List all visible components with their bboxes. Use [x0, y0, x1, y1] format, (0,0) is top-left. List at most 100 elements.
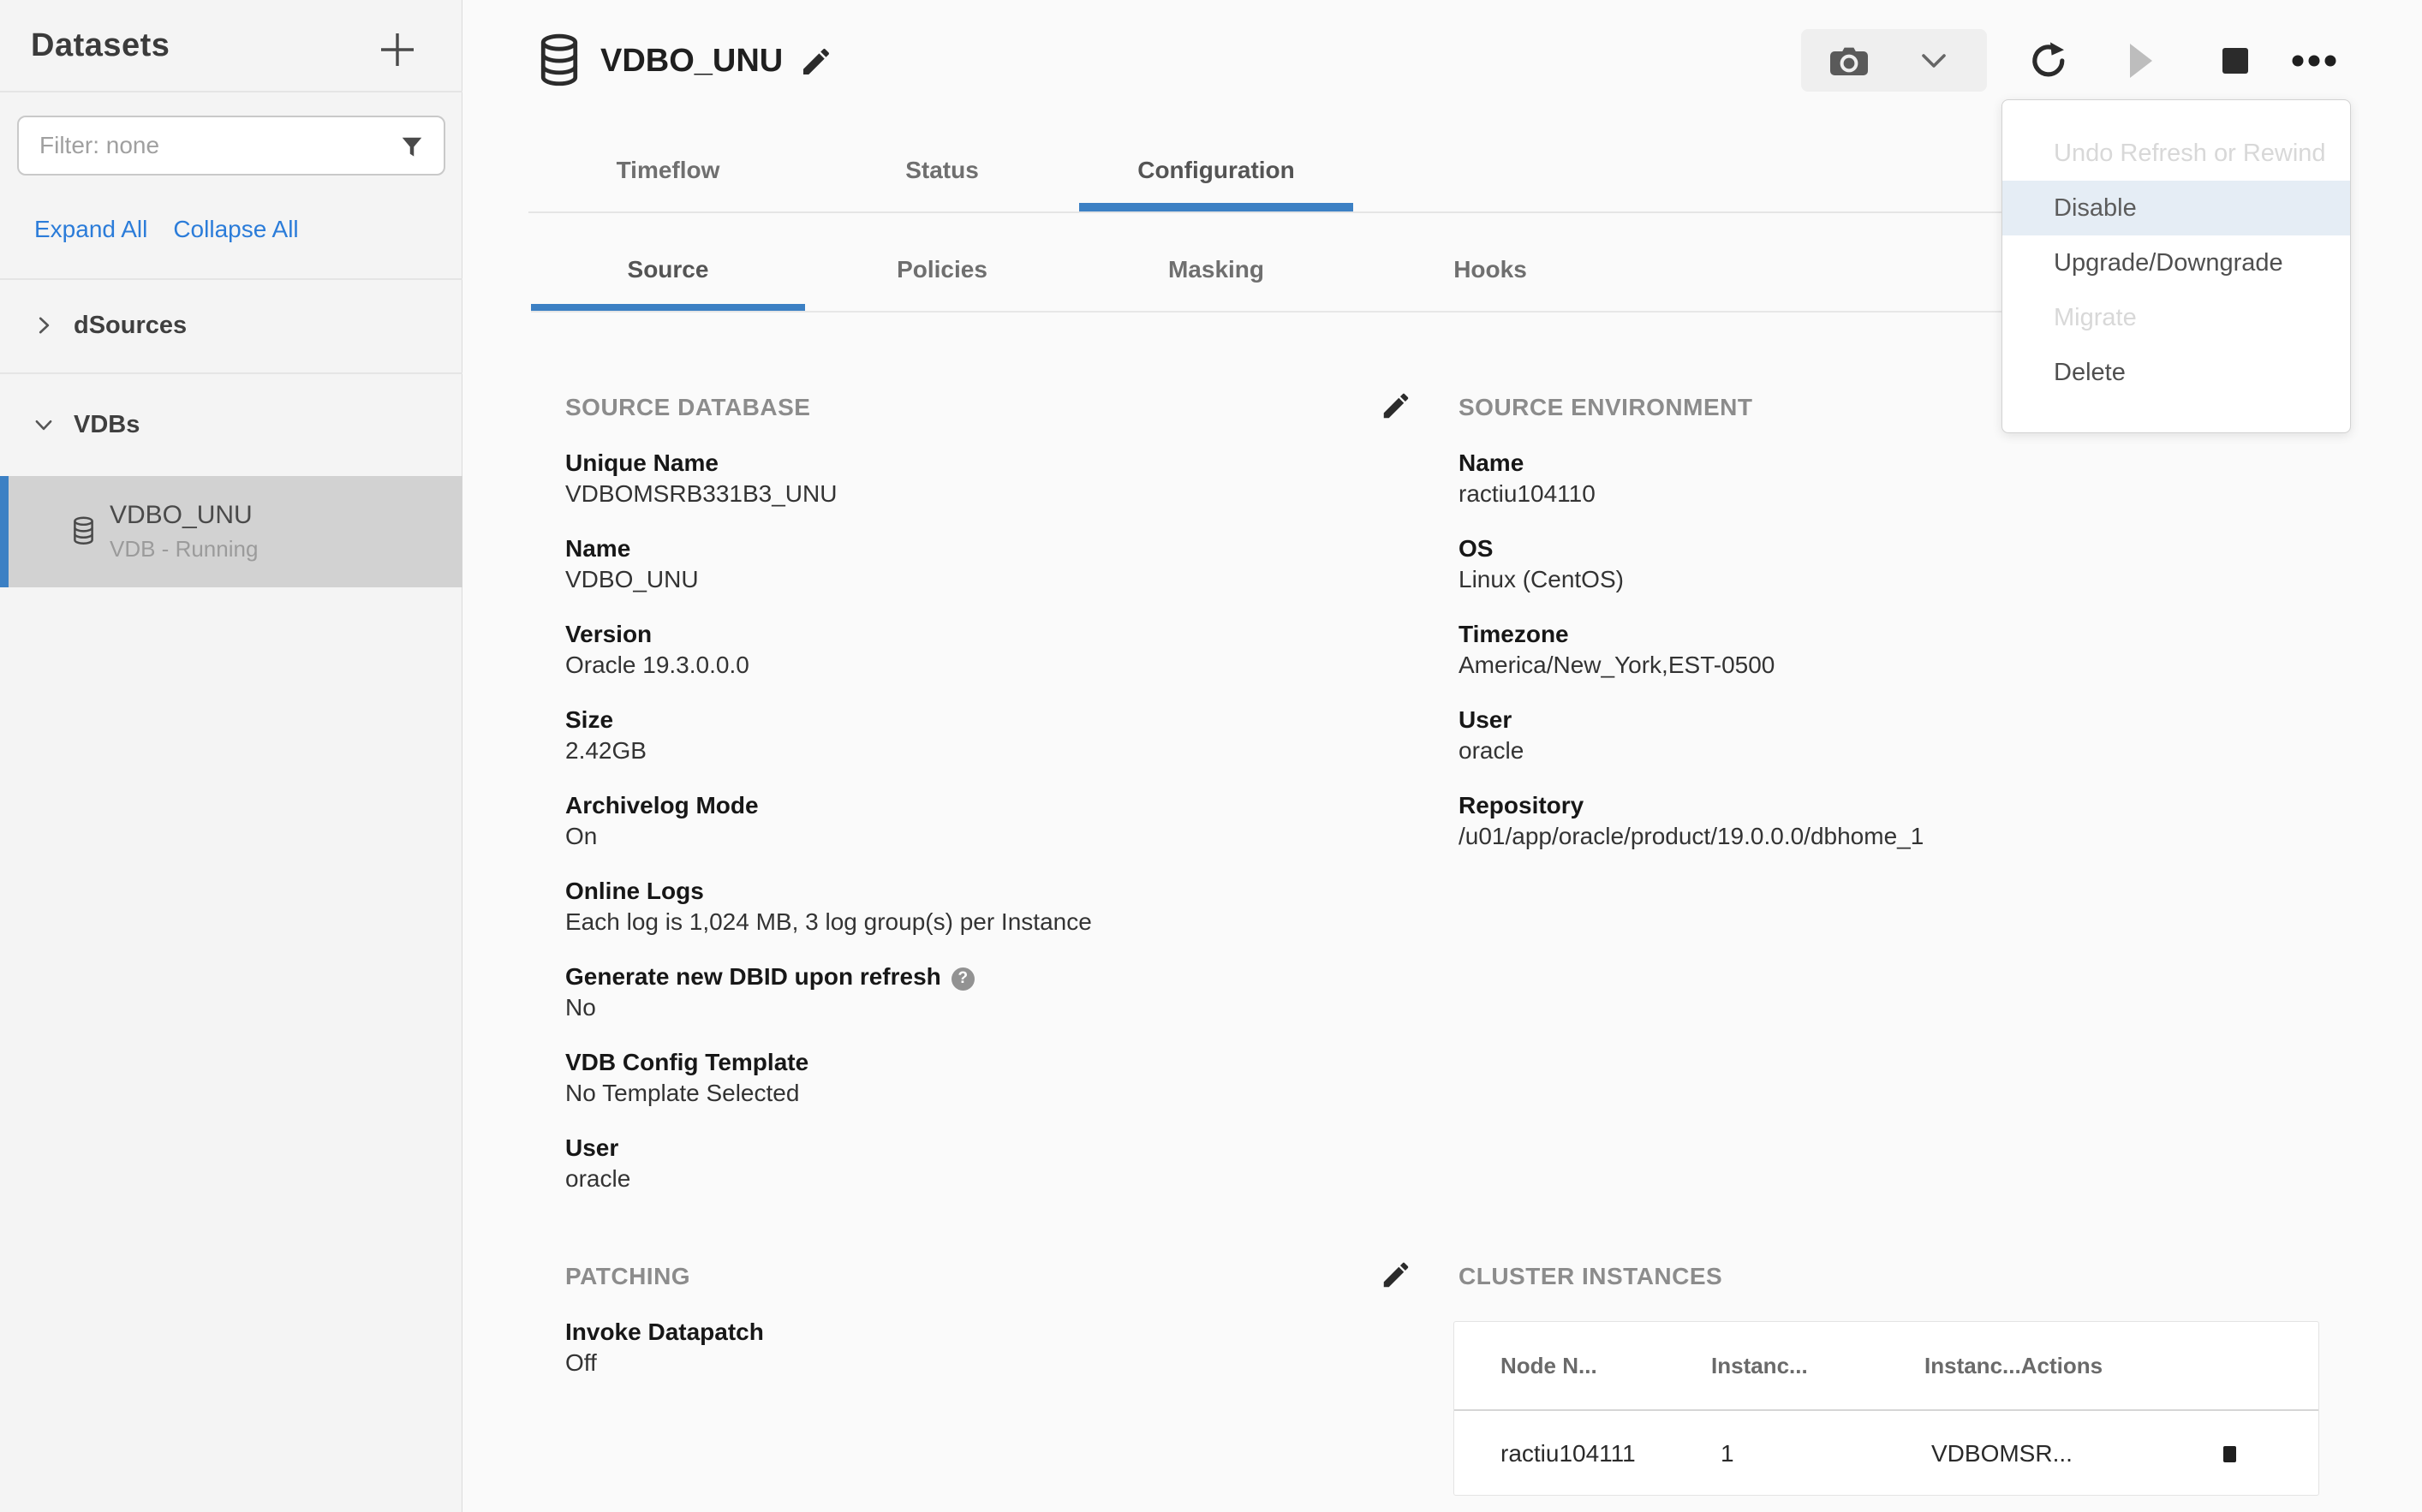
pencil-icon [1380, 1259, 1412, 1291]
filter-icon[interactable] [399, 134, 425, 160]
subtab[interactable]: Policies [805, 227, 1079, 313]
field-label: Online Logs? [565, 876, 1405, 907]
field-label: OS [1459, 533, 2366, 564]
tab[interactable]: Status [805, 128, 1079, 211]
sidebar-item-name: VDBO_UNU [110, 501, 253, 530]
field-label: Invoke Datapatch [565, 1317, 1405, 1348]
field-value: Each log is 1,024 MB, 3 log group(s) per… [565, 907, 1405, 938]
edit-source-database-button[interactable] [1379, 389, 1413, 423]
field: Size? 2.42GB [565, 705, 1405, 766]
field-value: ractiu104110 [1459, 479, 2366, 509]
field: Repository /u01/app/oracle/product/19.0.… [1459, 790, 2366, 852]
toolbar [1801, 29, 2341, 92]
help-icon[interactable]: ? [952, 967, 975, 991]
main-tabs: Timeflow Status Configuration [531, 128, 1353, 211]
add-dataset-button[interactable] [375, 27, 420, 72]
field-value: No Template Selected [565, 1078, 1405, 1109]
field-label: Name? [565, 533, 1405, 564]
field-label: Timezone [1459, 619, 2366, 650]
field-value: oracle [565, 1164, 1405, 1194]
sidebar-title: Datasets [31, 27, 170, 64]
column-header: Actions [2021, 1353, 2103, 1379]
subtab[interactable]: Source [531, 227, 805, 313]
column-header: Node N... [1500, 1353, 1711, 1379]
field-value: Oracle 19.3.0.0.0 [565, 650, 1405, 681]
stop-instance-icon[interactable] [2223, 1446, 2236, 1462]
column-header: Instanc... [1924, 1353, 2021, 1379]
field-label: Name [1459, 448, 2366, 479]
cluster-instances-table: Node N... Instanc... Instanc... Actions … [1453, 1321, 2319, 1496]
snapshot-button[interactable] [1801, 29, 1987, 92]
rename-button[interactable] [799, 45, 833, 79]
field-value: 2.42GB [565, 735, 1405, 766]
field-label: Version? [565, 619, 1405, 650]
plus-icon [377, 29, 418, 70]
sidebar-links: Expand All Collapse All [34, 216, 299, 243]
divider [0, 91, 462, 92]
expand-all-link[interactable]: Expand All [34, 216, 147, 243]
refresh-icon [2028, 40, 2069, 81]
page-title: VDBO_UNU [600, 43, 783, 80]
ellipsis-icon [2292, 55, 2336, 67]
menu-item[interactable]: Migrate [2002, 290, 2350, 345]
sidebar-item-vdbo-unu[interactable] [0, 476, 462, 587]
source-database-section: SOURCE DATABASE Unique Name? VDBOMSRB331… [565, 392, 1405, 1218]
menu-item[interactable]: Delete [2002, 345, 2350, 400]
section-title: PATCHING [565, 1261, 1405, 1292]
stop-icon [2222, 48, 2248, 74]
field-label: Size? [565, 705, 1405, 735]
tab[interactable]: Timeflow [531, 128, 805, 211]
field-label: Generate new DBID upon refresh? [565, 961, 1405, 992]
column-header: Instanc... [1711, 1353, 1924, 1379]
group-label: dSources [74, 312, 187, 340]
subtab[interactable]: Masking [1079, 227, 1353, 313]
stop-button[interactable] [2208, 29, 2263, 92]
field: Name? VDBO_UNU [565, 533, 1405, 595]
field-value: VDBOMSRB331B3_UNU [565, 479, 1405, 509]
field: Invoke Datapatch Off [565, 1317, 1405, 1378]
chevron-down-icon [33, 414, 55, 436]
field-label: Repository [1459, 790, 2366, 821]
field-value: /u01/app/oracle/product/19.0.0.0/dbhome_… [1459, 821, 2366, 852]
database-icon [72, 515, 95, 546]
play-icon [2128, 44, 2154, 78]
refresh-button[interactable] [2021, 29, 2076, 92]
field: User? oracle [565, 1133, 1405, 1194]
sidebar-item-status: VDB - Running [110, 536, 258, 563]
selected-accent-bar [0, 476, 9, 587]
menu-item[interactable]: Disable [2002, 181, 2350, 235]
menu-item[interactable]: Upgrade/Downgrade [2002, 235, 2350, 290]
field-label: User [1459, 705, 2366, 735]
start-button[interactable] [2114, 29, 2168, 92]
chevron-down-icon [1922, 54, 1946, 68]
more-actions-button[interactable] [2287, 29, 2341, 92]
field: Name ractiu104110 [1459, 448, 2366, 509]
sidebar-group-vdbs[interactable]: VDBs [0, 374, 462, 475]
section-title: CLUSTER INSTANCES [1459, 1261, 2366, 1292]
chevron-right-icon [33, 314, 55, 336]
field-label: Unique Name? [565, 448, 1405, 479]
cell-instance-number: 1 [1721, 1440, 1931, 1467]
filter-box [17, 116, 445, 176]
table-row: ractiu104111 1 VDBOMSR... [1454, 1411, 2318, 1496]
field-value: oracle [1459, 735, 2366, 766]
sidebar-group-dsources[interactable]: dSources [0, 280, 462, 371]
field: Online Logs? Each log is 1,024 MB, 3 log… [565, 876, 1405, 938]
menu-item[interactable]: Undo Refresh or Rewind [2002, 126, 2350, 181]
collapse-all-link[interactable]: Collapse All [173, 216, 298, 243]
filter-input[interactable] [19, 117, 444, 174]
edit-patching-button[interactable] [1379, 1258, 1413, 1292]
subtab[interactable]: Hooks [1353, 227, 1627, 313]
field: Unique Name? VDBOMSRB331B3_UNU [565, 448, 1405, 509]
field-value: Linux (CentOS) [1459, 564, 2366, 595]
cell-instance-name: VDBOMSR... [1931, 1440, 2145, 1467]
camera-icon [1828, 45, 1870, 77]
config-subtabs: Source Policies Masking Hooks [531, 227, 1627, 313]
field-value: No [565, 992, 1405, 1023]
field-label: Archivelog Mode? [565, 790, 1405, 821]
field-value: Off [565, 1348, 1405, 1378]
field: Version? Oracle 19.3.0.0.0 [565, 619, 1405, 681]
sidebar: Datasets Expand All Collapse All dSource… [0, 0, 462, 1512]
field: Archivelog Mode? On [565, 790, 1405, 852]
tab[interactable]: Configuration [1079, 128, 1353, 211]
